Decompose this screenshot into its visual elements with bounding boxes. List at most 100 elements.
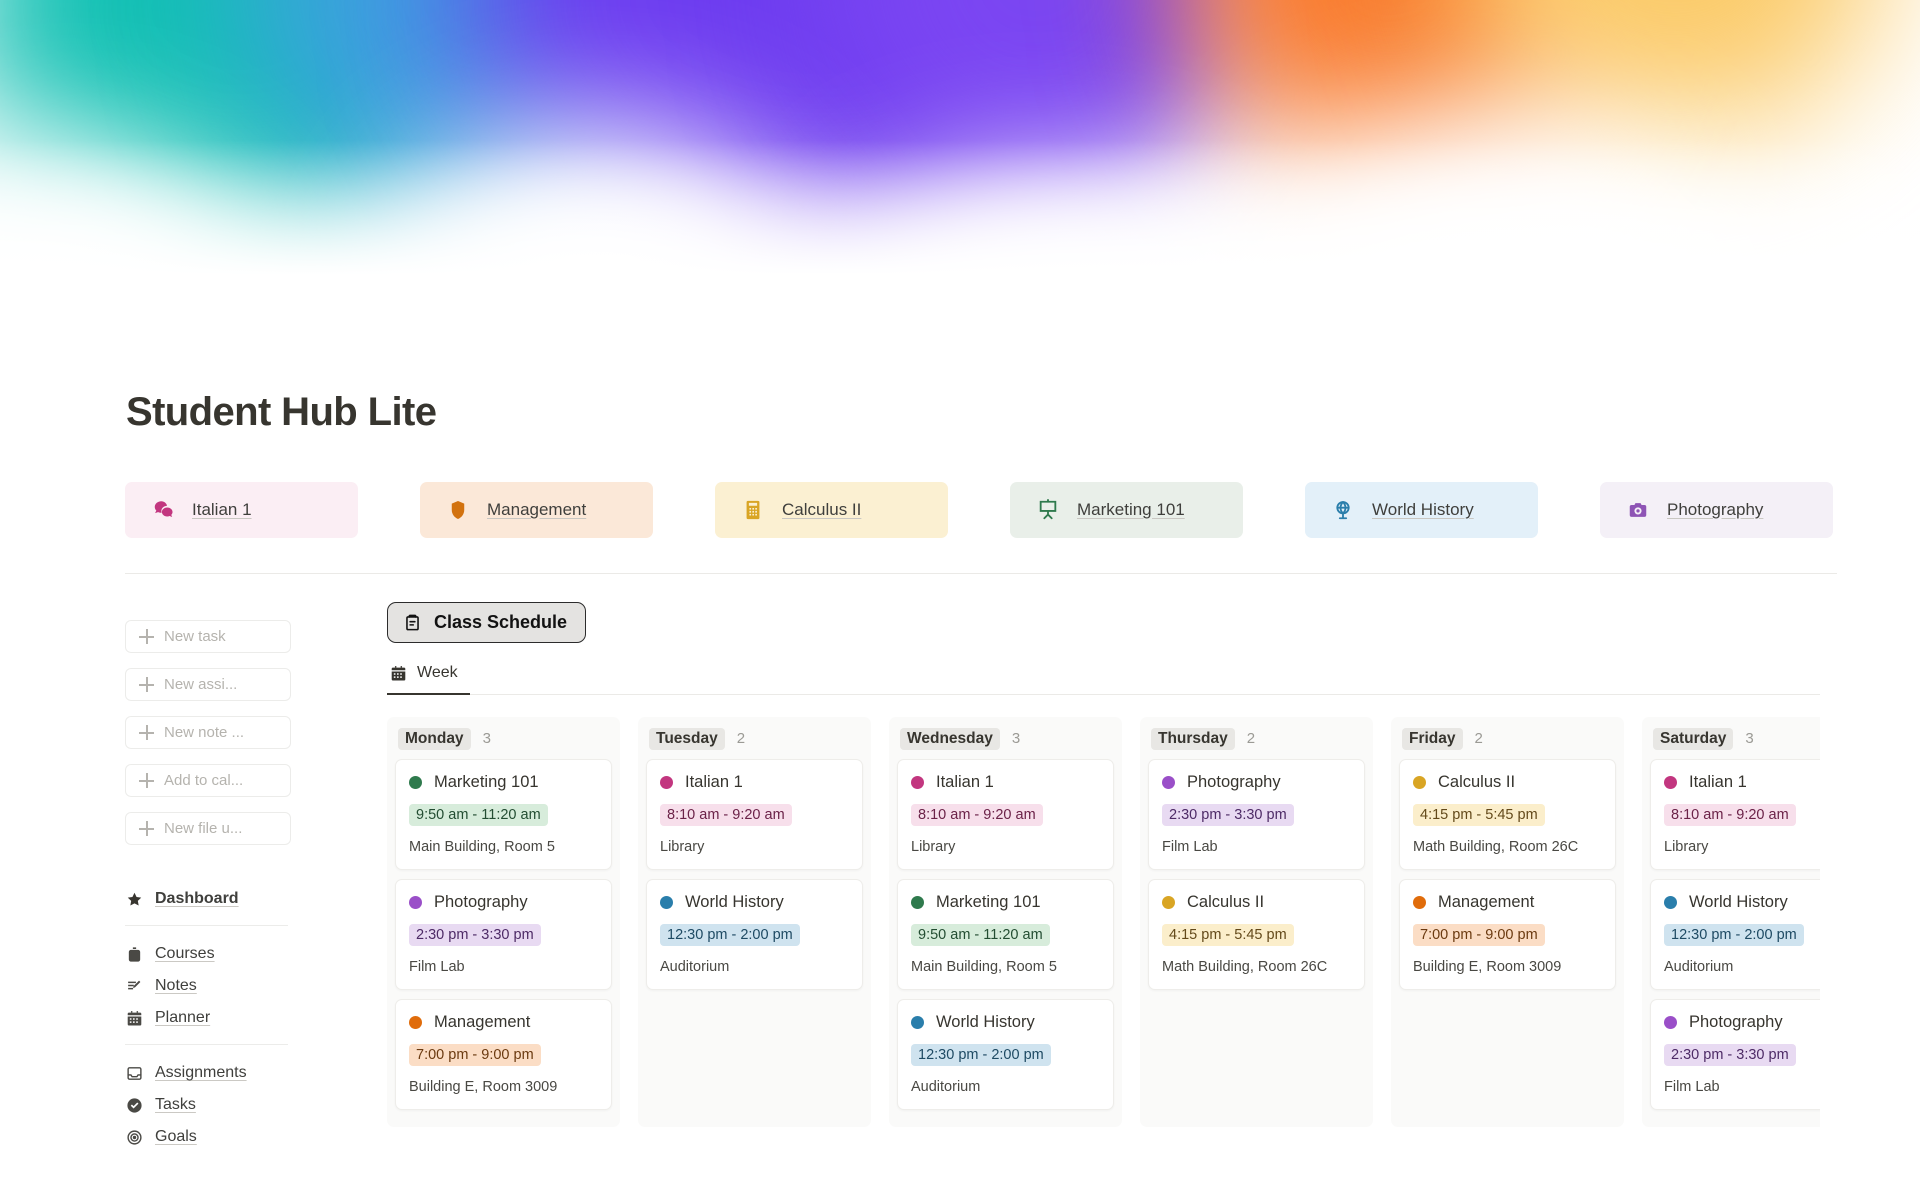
sidebar-item-label: Dashboard [155,890,239,907]
course-chip-italian-1[interactable]: Italian 1 [125,482,358,538]
event-title: Italian 1 [1689,773,1747,791]
sidebar-item-tasks[interactable]: Tasks [125,1089,330,1121]
event-card[interactable]: Photography 2:30 pm - 3:30 pm Film Lab [395,879,612,990]
event-location: Library [660,839,705,855]
day-event-count: 2 [1474,730,1483,747]
course-chip-photography[interactable]: Photography [1600,482,1833,538]
shield-icon [447,499,469,521]
sidebar-item-planner[interactable]: Planner [125,1002,330,1034]
course-chip-marketing-101[interactable]: Marketing 101 [1010,482,1243,538]
day-event-count: 3 [1011,730,1021,747]
event-title-row: World History [911,1013,1100,1032]
quick-action-button[interactable]: New note ... [125,716,291,749]
event-time: 7:00 pm - 9:00 pm [1413,924,1545,946]
course-chip-world-history[interactable]: World History [1305,482,1538,538]
sidebar-item-goals[interactable]: Goals [125,1121,330,1153]
calculator-icon [742,499,764,521]
class-schedule-button[interactable]: Class Schedule [387,602,587,643]
page-title: Student Hub Lite [126,390,437,434]
event-title: Calculus II [1438,773,1516,791]
day-event-count: 3 [1745,730,1754,747]
event-location: Math Building, Room 26C [1162,959,1328,975]
sidebar-item-label: Goals [155,1128,197,1145]
event-location: Library [1664,839,1709,855]
quick-action-button[interactable]: New task [125,620,291,653]
sidebar-item-assignments[interactable]: Assignments [125,1057,330,1089]
class-schedule-label: Class Schedule [434,612,568,632]
plus-icon [139,677,154,692]
event-location: Auditorium [660,959,730,975]
day-name: Thursday [1151,727,1235,750]
event-card[interactable]: Italian 1 8:10 am - 9:20 am Library [897,759,1114,870]
event-time: 9:50 am - 11:20 am [911,924,1050,946]
quick-action-button[interactable]: Add to cal... [125,764,291,797]
event-card[interactable]: Management 7:00 pm - 9:00 pm Building E, R… [1399,879,1616,990]
event-card[interactable]: Calculus II 4:15 pm - 5:45 pm Math Buildin… [1399,759,1616,870]
course-chip-label: Management [487,500,587,519]
event-time: 12:30 pm - 2:00 pm [1664,924,1804,946]
event-location: Building E, Room 3009 [1413,959,1562,975]
course-chip-management[interactable]: Management [420,482,653,538]
tab-week[interactable]: Week [387,664,470,695]
event-title: Photography [434,893,528,911]
day-event-count: 2 [1246,730,1256,747]
event-card[interactable]: World History 12:30 pm - 2:00 pm Auditoriu… [1650,879,1820,990]
event-card[interactable]: World History 12:30 pm - 2:00 pm Auditoriu… [646,879,863,990]
tab-label: Week [417,664,458,681]
sidebar-item-notes[interactable]: Notes [125,970,330,1002]
course-color-dot [1413,896,1426,909]
day-name: Tuesday [649,727,725,750]
course-chip-calculus-ii[interactable]: Calculus II [715,482,948,538]
course-chip-label: Photography [1667,500,1764,519]
event-title: Calculus II [1187,893,1265,911]
event-title-row: Italian 1 [911,773,1100,792]
event-title-row: Photography [1664,1013,1820,1032]
star-icon [125,890,143,908]
course-color-dot [911,776,924,789]
day-name: Wednesday [900,727,1000,750]
event-time: 12:30 pm - 2:00 pm [660,924,800,946]
event-location: Film Lab [409,959,465,975]
day-name: Friday [1402,727,1463,750]
event-card[interactable]: Italian 1 8:10 am - 9:20 am Library [646,759,863,870]
course-chip-list: Italian 1 Management Calculus II Marketing … [125,482,1837,538]
nav-divider [125,1044,288,1045]
event-card[interactable]: World History 12:30 pm - 2:00 pm Auditoriu… [897,999,1114,1110]
chips-divider [125,573,1837,574]
event-card[interactable]: Management 7:00 pm - 9:00 pm Building E, R… [395,999,612,1110]
event-card[interactable]: Photography 2:30 pm - 3:30 pm Film Lab [1650,999,1820,1110]
event-location: Auditorium [911,1079,981,1095]
clipboard-icon [403,613,422,632]
quick-action-button[interactable]: New file u... [125,812,291,845]
event-card[interactable]: Marketing 101 9:50 am - 11:20 am Main Buil… [897,879,1114,990]
event-title: World History [685,893,784,911]
quick-action-label: Add to cal... [164,772,244,789]
sidebar-item-courses[interactable]: Courses [125,938,330,970]
event-time: 8:10 am - 9:20 am [911,804,1043,826]
event-title: Marketing 101 [936,893,1041,911]
event-card[interactable]: Italian 1 8:10 am - 9:20 am Library [1650,759,1820,870]
event-location: Film Lab [1162,839,1218,855]
check-circle-icon [125,1096,143,1114]
event-card[interactable]: Photography 2:30 pm - 3:30 pm Film Lab [1148,759,1365,870]
event-card[interactable]: Calculus II 4:15 pm - 5:45 pm Math Buildin… [1148,879,1365,990]
week-day-grid: Monday 3 Marketing 101 9:50 am - 11:20 am Ma… [387,717,1820,1127]
quick-action-label: New file u... [164,820,243,837]
event-title-row: Italian 1 [660,773,849,792]
event-location: Building E, Room 3009 [409,1079,558,1095]
event-title-row: Management [1413,893,1602,912]
course-chip-label: Calculus II [782,500,862,519]
calendar-icon [390,665,407,682]
event-title-row: Photography [1162,773,1351,792]
day-column-friday: Friday 2 Calculus II 4:15 pm - 5:45 pm Math … [1391,717,1624,1127]
main-content: Class Schedule Week Monday 3 Marketing 101… [387,602,1820,1127]
event-title: Italian 1 [685,773,743,791]
course-color-dot [1162,776,1175,789]
event-location: Library [911,839,956,855]
day-name: Monday [398,727,471,750]
sidebar-item-dashboard[interactable]: Dashboard [125,883,330,915]
course-chip-label: World History [1372,500,1474,519]
event-card[interactable]: Marketing 101 9:50 am - 11:20 am Main Buil… [395,759,612,870]
course-color-dot [409,896,422,909]
quick-action-button[interactable]: New assi... [125,668,291,701]
